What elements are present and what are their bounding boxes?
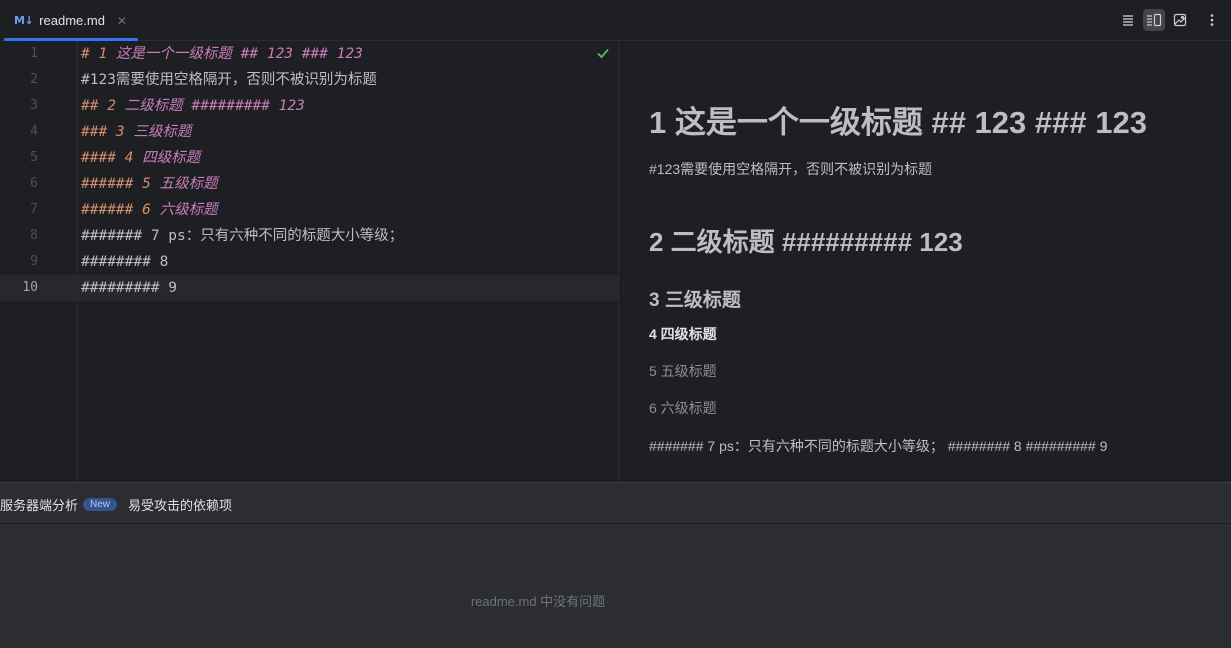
code-text: ######## 8	[81, 249, 168, 275]
preview-only-button[interactable]	[1169, 9, 1191, 31]
code-line[interactable]: 1 # 1 这是一个一级标题 ## 123 ### 123	[0, 41, 618, 67]
code-text: ###### 6 六级标题	[81, 197, 218, 223]
tab-vulnerable-dependencies[interactable]: 易受攻击的依赖项	[128, 483, 232, 525]
code-line[interactable]: 6 ###### 5 五级标题	[0, 171, 618, 197]
code-text: ## 2 二级标题 ######### 123	[81, 93, 305, 119]
more-options-button[interactable]	[1201, 9, 1223, 31]
ide-window: M↓ readme.md ✕ 1 # 1 这是一个一级标题 ## 123 ###…	[0, 0, 1231, 648]
preview-paragraph-1: #123需要使用空格隔开，否则不被识别为标题	[649, 161, 933, 177]
code-line[interactable]: 8 ####### 7 ps：只有六种不同的标题大小等级；	[0, 223, 618, 249]
editor-only-icon	[1123, 15, 1133, 26]
heading-text: 这是一个一级标题 ## 123 ### 123	[115, 46, 363, 62]
preview-toolbar	[1117, 9, 1231, 31]
line-number: 2	[30, 72, 38, 87]
plain-text: ######## 8	[81, 254, 169, 270]
code-line[interactable]: 4 ### 3 三级标题	[0, 119, 618, 145]
plain-text: ######### 9	[81, 280, 178, 296]
more-options-icon	[1210, 14, 1214, 26]
code-line[interactable]: 9 ######## 8	[0, 249, 618, 275]
problems-panel-tabs: 服务器端分析 New 易受攻击的依赖项	[0, 482, 1231, 524]
heading-marker: ###### 6	[81, 202, 160, 218]
code-line[interactable]: 2 #123需要使用空格隔开，否则不被识别为标题	[0, 67, 618, 93]
heading-marker: ###### 5	[81, 176, 160, 192]
heading-text: 三级标题	[133, 124, 192, 140]
tab-label: readme.md	[39, 13, 105, 28]
tab-server-analysis[interactable]: 服务器端分析 New	[0, 483, 118, 525]
code-text: ### 3 三级标题	[81, 119, 191, 145]
code-line[interactable]: 7 ###### 6 六级标题	[0, 197, 618, 223]
close-tab-icon[interactable]: ✕	[117, 14, 127, 28]
code-text: ###### 5 五级标题	[81, 171, 218, 197]
preview-heading-1: 1 这是一个一级标题 ## 123 ### 123	[649, 105, 1147, 140]
line-number: 7	[30, 202, 38, 217]
heading-text: 五级标题	[159, 176, 218, 192]
code-text: #### 4 四级标题	[81, 145, 200, 171]
preview-heading-6: 6 六级标题	[649, 400, 717, 416]
preview-heading-3: 3 三级标题	[649, 290, 741, 311]
line-number: 3	[30, 98, 38, 113]
heading-marker: # 1	[81, 46, 116, 62]
line-number: 1	[30, 46, 38, 61]
editor-tab-bar: M↓ readme.md ✕	[0, 0, 1231, 41]
line-number: 9	[30, 254, 38, 269]
line-number: 5	[30, 150, 38, 165]
code-line[interactable]: 3 ## 2 二级标题 ######### 123	[0, 93, 618, 119]
tab-server-analysis-label: 服务器端分析	[0, 497, 79, 513]
code-text: # 1 这是一个一级标题 ## 123 ### 123	[81, 41, 363, 67]
code-editor[interactable]: 1 # 1 这是一个一级标题 ## 123 ### 123 2 #123需要使用空格隔…	[0, 41, 619, 482]
code-text: ######### 9	[81, 275, 177, 301]
split-view-button[interactable]	[1143, 9, 1165, 31]
markdown-file-icon: M↓	[14, 14, 34, 27]
markdown-preview: 1 这是一个一级标题 ## 123 ### 123 #123需要使用空格隔开，否…	[620, 41, 1231, 482]
tab-readme[interactable]: M↓ readme.md ✕	[4, 0, 138, 41]
split-view-icon	[1147, 13, 1162, 27]
code-line[interactable]: 10 ######### 9	[0, 275, 618, 301]
line-number: 8	[30, 228, 38, 243]
code-text: ####### 7 ps：只有六种不同的标题大小等级；	[81, 223, 403, 249]
line-number: 10	[22, 280, 38, 295]
preview-heading-4: 4 四级标题	[649, 326, 717, 342]
tab-vulnerable-dependencies-label: 易受攻击的依赖项	[128, 497, 233, 513]
plain-text: #123需要使用空格隔开，否则不被识别为标题	[81, 72, 377, 88]
heading-text: 二级标题 ######### 123	[124, 98, 305, 114]
heading-marker: #### 4	[81, 150, 143, 166]
line-number: 4	[30, 124, 38, 139]
heading-text: 六级标题	[159, 202, 218, 218]
no-problems-message: readme.md 中没有问题	[470, 594, 606, 609]
heading-marker: ### 3	[81, 124, 134, 140]
new-badge: New	[83, 497, 118, 511]
code-line[interactable]: 5 #### 4 四级标题	[0, 145, 618, 171]
heading-marker: ## 2	[81, 98, 125, 114]
preview-heading-2: 2 二级标题 ######### 123	[649, 227, 963, 257]
heading-text: 四级标题	[142, 150, 201, 166]
preview-heading-5: 5 五级标题	[649, 363, 717, 379]
code-text: #123需要使用空格隔开，否则不被识别为标题	[81, 67, 377, 93]
line-number: 6	[30, 176, 38, 191]
plain-text: ####### 7 ps：只有六种不同的标题大小等级；	[81, 228, 404, 244]
problems-panel-body: readme.md 中没有问题	[0, 524, 1231, 648]
editor-lines: 1 # 1 这是一个一级标题 ## 123 ### 123 2 #123需要使用空格隔…	[0, 41, 618, 301]
editor-only-button[interactable]	[1117, 9, 1139, 31]
preview-only-icon	[1173, 13, 1187, 27]
preview-paragraph-2: ####### 7 ps：只有六种不同的标题大小等级； ######## 8 #…	[649, 438, 1108, 454]
no-problems-check-icon	[597, 48, 609, 59]
